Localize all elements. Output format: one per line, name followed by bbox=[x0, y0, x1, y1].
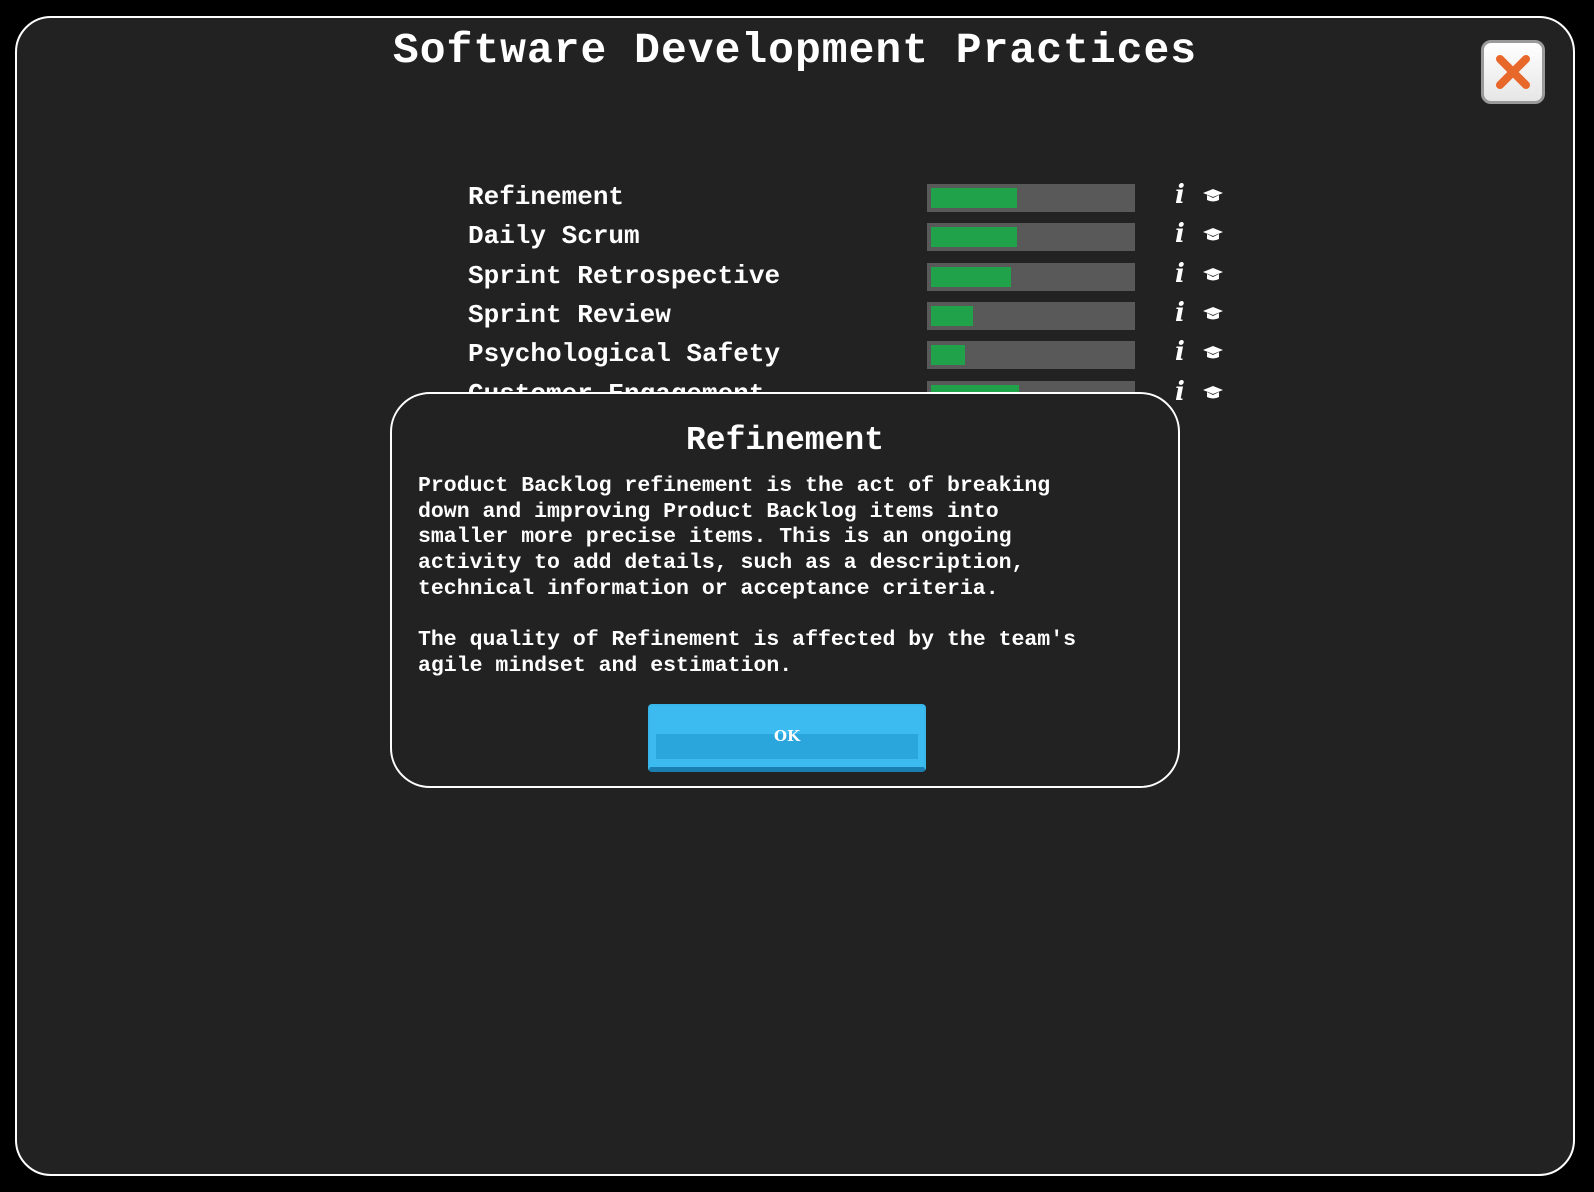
ok-button[interactable]: OK bbox=[648, 704, 926, 772]
practice-level-fill bbox=[931, 305, 973, 326]
practice-level-fill bbox=[931, 227, 1017, 248]
graduation-cap-icon[interactable] bbox=[1202, 267, 1224, 283]
window-title: Software Development Practices bbox=[392, 26, 1198, 75]
practice-level-fill bbox=[931, 345, 965, 366]
practice-name: Psychological Safety bbox=[468, 339, 781, 370]
practice-row: Sprint Retrospective i bbox=[17, 259, 1573, 299]
info-icon[interactable]: i bbox=[1175, 219, 1185, 249]
dialog-body: Product Backlog refinement is the act of… bbox=[418, 474, 1158, 705]
info-icon[interactable]: i bbox=[1175, 337, 1185, 367]
ok-button-label: OK bbox=[773, 727, 801, 745]
practice-level-meter bbox=[927, 262, 1135, 291]
info-icon[interactable]: i bbox=[1175, 298, 1185, 328]
practice-name: Sprint Review bbox=[468, 299, 671, 330]
dialog-title: Refinement bbox=[685, 422, 885, 459]
practice-row: Daily Scrum i bbox=[17, 219, 1573, 259]
practice-row: Psychological Safety i bbox=[17, 337, 1573, 377]
practice-level-fill bbox=[931, 266, 1011, 287]
graduation-cap-icon[interactable] bbox=[1202, 385, 1224, 401]
practice-name: Refinement bbox=[468, 182, 625, 212]
info-icon[interactable]: i bbox=[1175, 180, 1185, 210]
info-icon[interactable]: i bbox=[1175, 259, 1185, 289]
graduation-cap-icon[interactable] bbox=[1202, 345, 1224, 361]
practice-list: Refinement i Daily Scrum i Sprint Retrospect… bbox=[17, 180, 1573, 412]
close-button[interactable] bbox=[1481, 40, 1545, 104]
graduation-cap-icon[interactable] bbox=[1202, 227, 1224, 243]
dialog-paragraph: Product Backlog refinement is the act of… bbox=[418, 474, 1051, 601]
practice-level-meter bbox=[927, 341, 1135, 370]
practice-level-fill bbox=[931, 188, 1017, 208]
practice-level-meter bbox=[927, 184, 1135, 212]
practice-name: Sprint Retrospective bbox=[468, 260, 781, 291]
close-x-icon bbox=[1496, 55, 1530, 89]
dialog-paragraph: The quality of Refinement is affected by… bbox=[418, 628, 1077, 678]
practice-level-meter bbox=[927, 223, 1135, 252]
practice-row: Sprint Review i bbox=[17, 298, 1573, 338]
info-dialog: Refinement Product Backlog refinement is… bbox=[390, 392, 1180, 788]
graduation-cap-icon[interactable] bbox=[1202, 306, 1224, 322]
practice-row: Refinement i bbox=[17, 180, 1573, 220]
practice-name: Daily Scrum bbox=[468, 221, 640, 252]
info-icon[interactable]: i bbox=[1175, 377, 1185, 407]
graduation-cap-icon[interactable] bbox=[1202, 188, 1224, 204]
practices-window: Software Development Practices Refinemen… bbox=[15, 16, 1575, 1176]
practice-level-meter bbox=[927, 301, 1135, 330]
